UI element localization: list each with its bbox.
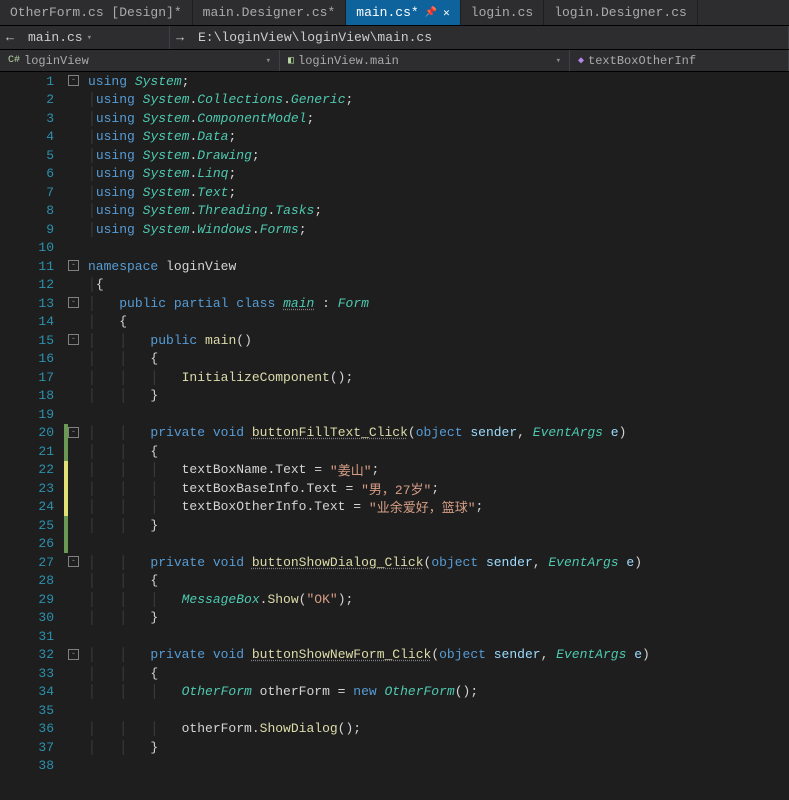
code-area[interactable]: using System;│using System.Collections.G… — [84, 72, 789, 800]
class-dropdown[interactable]: ◧ loginView.main ▾ — [280, 50, 570, 71]
code-editor[interactable]: 1234567891011121314151617181920212223242… — [0, 72, 789, 800]
fold-toggle[interactable]: - — [68, 427, 79, 438]
fold-toggle[interactable]: - — [68, 556, 79, 567]
document-tabbar: OtherForm.cs [Design]* main.Designer.cs*… — [0, 0, 789, 26]
tab-otherform-design[interactable]: OtherForm.cs [Design]* — [0, 0, 193, 25]
fold-toggle[interactable]: - — [68, 649, 79, 660]
tab-login-cs[interactable]: login.cs — [461, 0, 544, 25]
namespace-dropdown[interactable]: C# loginView ▾ — [0, 50, 280, 71]
nav-file-dropdown[interactable]: main.cs▾ — [20, 26, 170, 49]
change-bar — [64, 461, 68, 480]
change-bar — [64, 498, 68, 517]
fold-toggle[interactable]: - — [68, 297, 79, 308]
fold-toggle[interactable]: - — [68, 334, 79, 345]
fold-margin: - - - - - - - — [64, 72, 84, 800]
change-bar — [64, 442, 68, 461]
pin-icon[interactable]: 📌 — [425, 7, 437, 19]
fold-toggle[interactable]: - — [68, 260, 79, 271]
nav-toolbar: ← main.cs▾ → E:\loginView\loginView\main… — [0, 26, 789, 50]
tab-main-cs[interactable]: main.cs* 📌 ✕ — [346, 0, 461, 25]
member-dropdown[interactable]: ◆ textBoxOtherInf — [570, 50, 789, 71]
change-bar — [64, 479, 68, 498]
chevron-down-icon: ▾ — [266, 56, 271, 66]
nav-forward-icon[interactable]: → — [170, 30, 190, 45]
nav-back-icon[interactable]: ← — [0, 30, 20, 45]
tab-login-designer[interactable]: login.Designer.cs — [544, 0, 698, 25]
chevron-down-icon: ▾ — [87, 33, 92, 43]
line-number-gutter: 1234567891011121314151617181920212223242… — [0, 72, 64, 800]
namespace-icon: C# — [8, 55, 20, 66]
change-bar — [64, 535, 68, 554]
tab-main-designer[interactable]: main.Designer.cs* — [193, 0, 347, 25]
member-nav-bar: C# loginView ▾ ◧ loginView.main ▾ ◆ text… — [0, 50, 789, 72]
close-icon[interactable]: ✕ — [443, 6, 450, 20]
fold-toggle[interactable]: - — [68, 75, 79, 86]
field-icon: ◆ — [578, 55, 584, 67]
change-bar — [64, 516, 68, 535]
nav-path-dropdown[interactable]: E:\loginView\loginView\main.cs — [190, 26, 789, 49]
class-icon: ◧ — [288, 55, 294, 67]
chevron-down-icon: ▾ — [556, 56, 561, 66]
